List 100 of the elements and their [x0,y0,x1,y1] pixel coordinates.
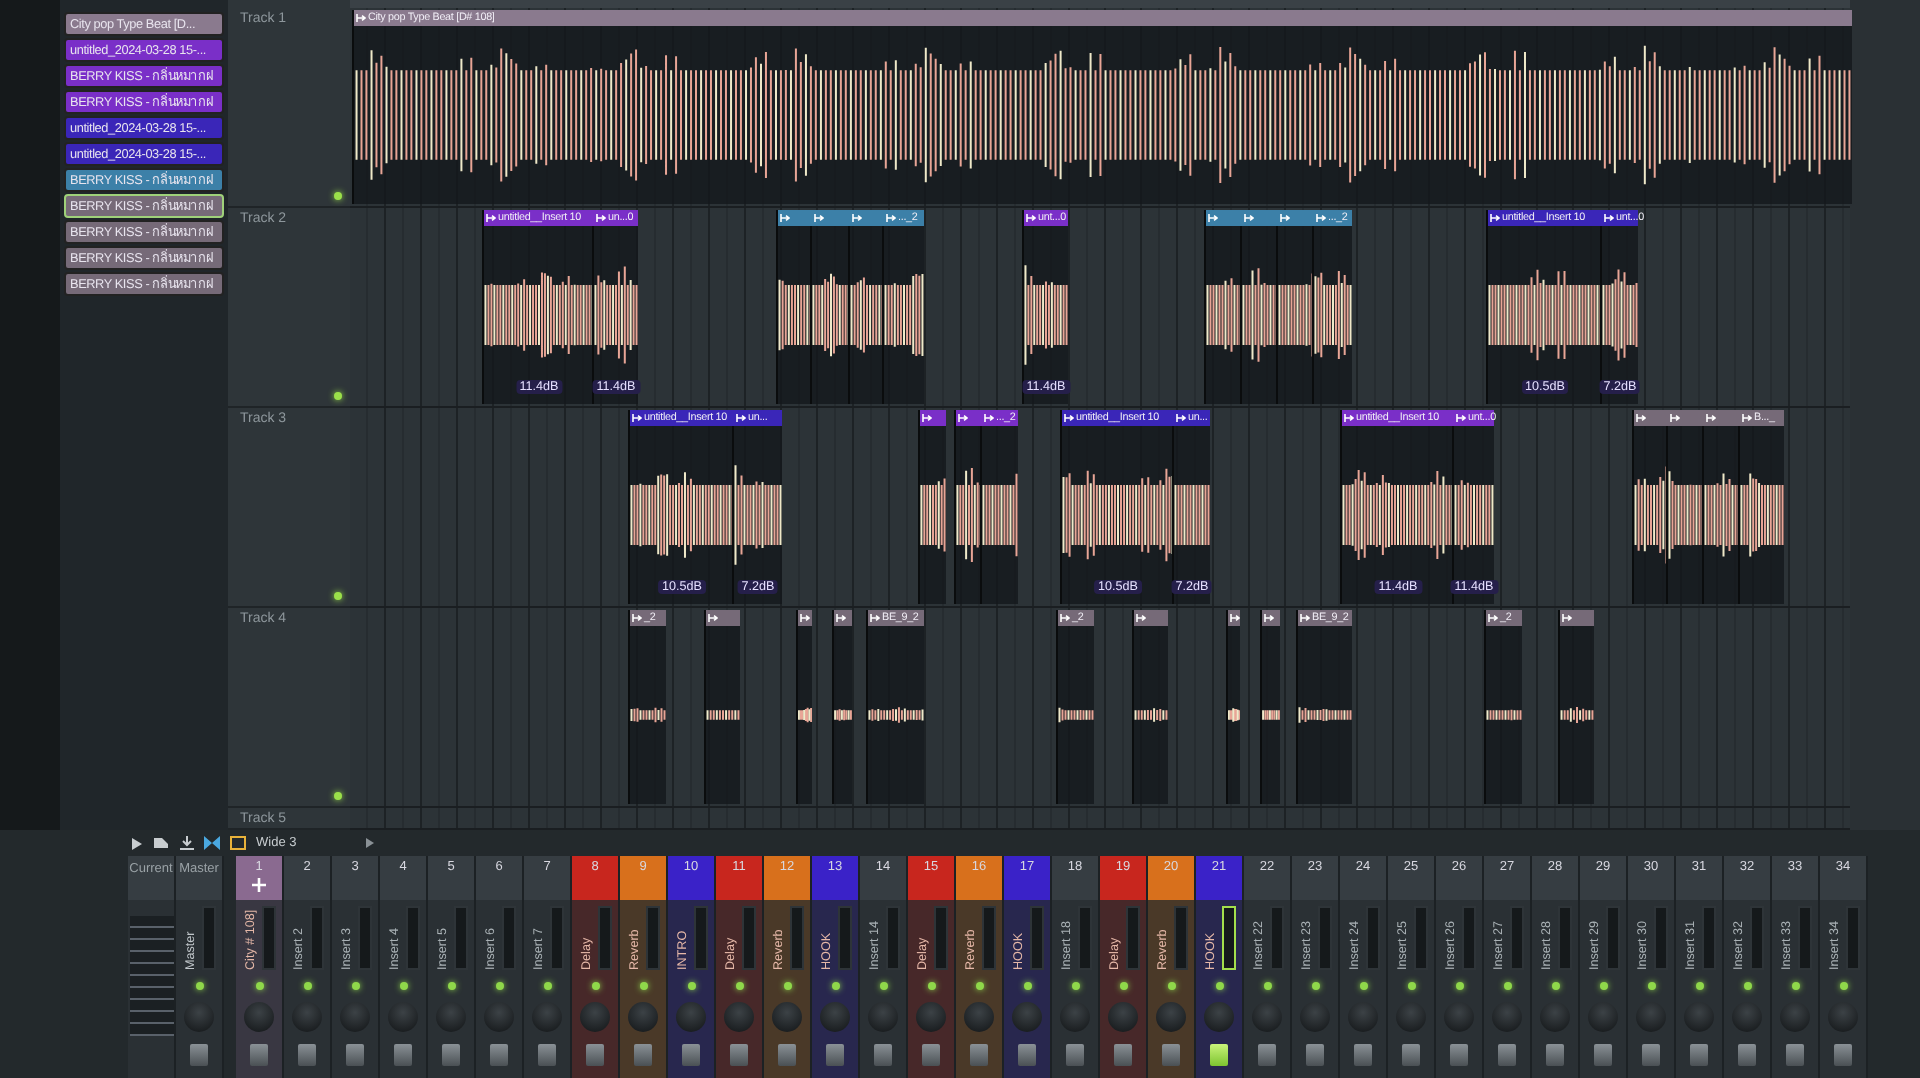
track-led-icon[interactable] [334,792,342,800]
led-icon[interactable] [495,982,503,990]
volume-fader[interactable] [1546,1044,1564,1066]
led-icon[interactable] [1455,982,1463,990]
audio-clip[interactable] [1260,610,1280,804]
clip-header[interactable] [1228,610,1240,626]
clip-header[interactable] [812,210,850,226]
clip-header[interactable] [1262,610,1280,626]
track-led-icon[interactable] [334,192,342,200]
volume-fader[interactable] [298,1044,316,1066]
audio-clip[interactable] [1558,610,1594,804]
tool-icon[interactable] [152,836,170,850]
led-icon[interactable] [1311,982,1319,990]
clip-header[interactable] [1634,410,1668,426]
download-icon[interactable] [180,836,194,850]
volume-fader[interactable] [1498,1044,1516,1066]
volume-fader[interactable] [190,1044,208,1066]
volume-fader[interactable] [250,1044,268,1066]
play-icon[interactable] [132,837,142,849]
led-icon[interactable] [687,982,695,990]
volume-fader[interactable] [1834,1044,1852,1066]
volume-fader[interactable] [730,1044,748,1066]
volume-fader[interactable] [970,1044,988,1066]
clip-header[interactable] [920,410,946,426]
clip-header[interactable] [798,610,812,626]
audio-clip[interactable] [832,610,852,804]
track-led-icon[interactable] [334,392,342,400]
volume-fader[interactable] [394,1044,412,1066]
led-icon[interactable] [591,982,599,990]
led-icon[interactable] [1599,982,1607,990]
led-icon[interactable] [1407,982,1415,990]
clip-header[interactable] [1560,610,1594,626]
led-icon[interactable] [1791,982,1799,990]
clip-header[interactable] [1206,210,1242,226]
bowtie-icon[interactable] [204,836,220,850]
clip-header[interactable] [850,210,884,226]
led-icon[interactable] [1359,982,1367,990]
led-icon[interactable] [1263,982,1271,990]
led-icon[interactable] [735,982,743,990]
led-icon[interactable] [783,982,791,990]
volume-fader[interactable] [922,1044,940,1066]
led-icon[interactable] [1023,982,1031,990]
volume-fader[interactable] [1114,1044,1132,1066]
volume-fader[interactable] [1450,1044,1468,1066]
audio-clip[interactable] [704,610,740,804]
led-icon[interactable] [1551,982,1559,990]
led-icon[interactable] [927,982,935,990]
volume-fader[interactable] [1594,1044,1612,1066]
panel-icon[interactable] [230,836,246,850]
volume-fader[interactable] [634,1044,652,1066]
led-icon[interactable] [351,982,359,990]
audio-clip[interactable] [796,610,812,804]
plus-icon[interactable] [252,878,266,892]
led-icon[interactable] [639,982,647,990]
volume-fader[interactable] [490,1044,508,1066]
volume-fader[interactable] [1738,1044,1756,1066]
clip-header[interactable] [834,610,852,626]
audio-clip[interactable] [1132,610,1168,804]
led-icon[interactable] [1647,982,1655,990]
arrow-icon[interactable] [366,838,375,848]
clip-header[interactable] [1668,410,1704,426]
volume-fader[interactable] [346,1044,364,1066]
volume-fader[interactable] [1642,1044,1660,1066]
volume-fader[interactable] [1402,1044,1420,1066]
led-icon[interactable] [1071,982,1079,990]
led-icon[interactable] [255,982,263,990]
volume-fader[interactable] [1306,1044,1324,1066]
led-icon[interactable] [1215,982,1223,990]
clip-header[interactable] [956,410,982,426]
volume-fader[interactable] [1690,1044,1708,1066]
volume-fader[interactable] [1066,1044,1084,1066]
volume-fader[interactable] [538,1044,556,1066]
led-icon[interactable] [195,982,203,990]
led-icon[interactable] [1167,982,1175,990]
led-icon[interactable] [879,982,887,990]
track-lane[interactable] [350,808,1850,830]
volume-fader[interactable] [682,1044,700,1066]
audio-clip[interactable] [1226,610,1240,804]
volume-fader[interactable] [778,1044,796,1066]
led-icon[interactable] [1743,982,1751,990]
led-icon[interactable] [975,982,983,990]
led-icon[interactable] [543,982,551,990]
led-icon[interactable] [303,982,311,990]
led-icon[interactable] [831,982,839,990]
volume-fader[interactable] [1258,1044,1276,1066]
clip-header[interactable] [778,210,812,226]
led-icon[interactable] [1503,982,1511,990]
volume-fader[interactable] [1018,1044,1036,1066]
track-led-icon[interactable] [334,592,342,600]
clip-header[interactable] [1278,210,1314,226]
volume-fader[interactable] [874,1044,892,1066]
volume-fader[interactable] [1354,1044,1372,1066]
clip-header[interactable] [1134,610,1168,626]
clip-header[interactable] [1242,210,1278,226]
led-icon[interactable] [1695,982,1703,990]
led-icon[interactable] [447,982,455,990]
clip-header[interactable] [1704,410,1740,426]
volume-fader[interactable] [826,1044,844,1066]
led-icon[interactable] [399,982,407,990]
clip-header[interactable] [706,610,740,626]
